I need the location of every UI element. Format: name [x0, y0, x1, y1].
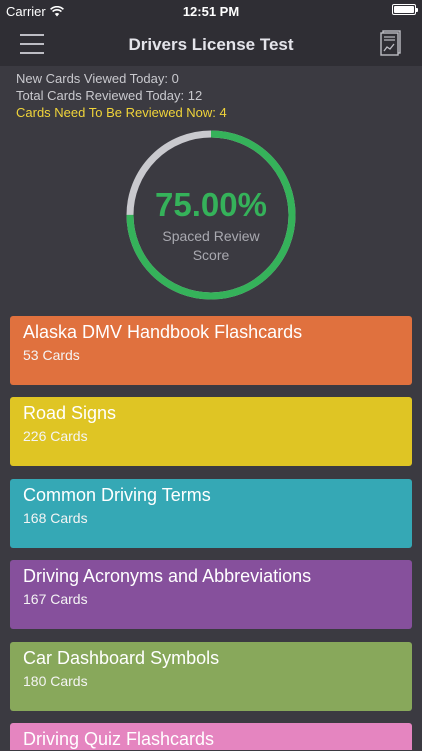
deck-title: Common Driving Terms [23, 485, 211, 505]
review-stats: New Cards Viewed Today: 0 Total Cards Re… [16, 70, 227, 121]
deck-title: Road Signs [23, 403, 117, 423]
score-label-line1: Spaced Review [162, 228, 260, 244]
score-percent: 75.00% [155, 186, 267, 223]
page-title: Drivers License Test [128, 35, 294, 54]
deck-title: Alaska DMV Handbook Flashcards [23, 322, 303, 342]
deck-driving-acronyms[interactable]: Driving Acronyms and Abbreviations 167 C… [10, 560, 412, 629]
deck-road-signs[interactable]: Road Signs 226 Cards [10, 397, 412, 466]
deck-title: Driving Quiz Flashcards [23, 729, 215, 749]
navigation-bar: Drivers License Test [0, 24, 422, 66]
report-chart-icon[interactable] [380, 30, 402, 56]
deck-count: 168 Cards [23, 510, 88, 526]
deck-alaska-dmv-handbook[interactable]: Alaska DMV Handbook Flashcards 53 Cards [10, 316, 412, 385]
cards-due-now: Cards Need To Be Reviewed Now: 4 [16, 105, 227, 120]
score-label-line2: Score [192, 247, 230, 263]
status-time: 12:51 PM [182, 4, 240, 19]
score-label: Spaced Review Score [124, 227, 298, 265]
battery-icon [392, 4, 418, 15]
deck-car-dashboard-symbols[interactable]: Car Dashboard Symbols 180 Cards [10, 642, 412, 711]
deck-common-driving-terms[interactable]: Common Driving Terms 168 Cards [10, 479, 412, 548]
deck-driving-quiz[interactable]: Driving Quiz Flashcards [10, 723, 412, 750]
deck-count: 226 Cards [23, 428, 88, 444]
deck-count: 53 Cards [23, 347, 80, 363]
status-bar: Carrier 12:51 PM [0, 0, 422, 24]
deck-title: Driving Acronyms and Abbreviations [23, 566, 312, 586]
deck-count: 167 Cards [23, 591, 88, 607]
deck-title: Car Dashboard Symbols [23, 648, 220, 668]
total-cards-reviewed: Total Cards Reviewed Today: 12 [16, 88, 203, 103]
deck-count: 180 Cards [23, 673, 88, 689]
new-cards-viewed: New Cards Viewed Today: 0 [16, 71, 179, 86]
status-right [392, 4, 418, 15]
